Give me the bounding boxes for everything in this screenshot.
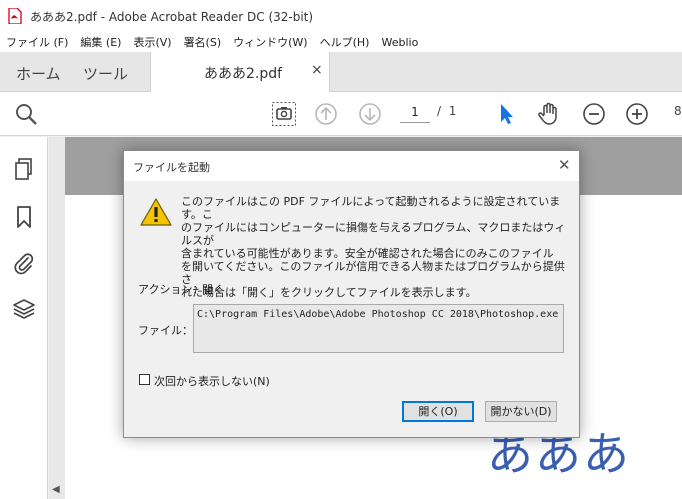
- launch-file-dialog: ファイルを起動 ✕ このファイルはこの PDF ファイルによって起動されるように…: [123, 150, 580, 438]
- dont-show-again-label[interactable]: 次回から表示しない(N): [154, 373, 270, 389]
- dialog-message: このファイルはこの PDF ファイルによって起動されるように設定されています。こ…: [181, 195, 571, 299]
- layers-icon[interactable]: [12, 297, 36, 321]
- attachment-icon[interactable]: [12, 251, 36, 275]
- tab-home[interactable]: ホーム: [16, 63, 61, 84]
- zoom-level-input[interactable]: 8: [674, 104, 682, 118]
- file-label: ファイル：: [138, 324, 193, 337]
- menu-sign[interactable]: 署名(S): [184, 34, 222, 50]
- dialog-title: ファイルを起動: [133, 161, 210, 174]
- menu-bar: ファイル (F) 編集 (E) 表示(V) 署名(S) ウィンドウ(W) ヘルプ…: [0, 32, 682, 52]
- screenshot-icon[interactable]: [271, 101, 297, 127]
- menu-help[interactable]: ヘルプ(H): [320, 34, 370, 50]
- dialog-close-icon[interactable]: ✕: [558, 156, 571, 174]
- select-cursor-icon[interactable]: [494, 101, 520, 127]
- tab-tools[interactable]: ツール: [83, 63, 128, 84]
- message-line: このファイルはこの PDF ファイルによって起動されるように設定されています。こ: [181, 195, 561, 221]
- close-tab-icon[interactable]: ×: [311, 62, 323, 78]
- window-title: あああ2.pdf - Adobe Acrobat Reader DC (32-b…: [30, 9, 314, 24]
- document-tab-title: あああ2.pdf: [204, 66, 283, 82]
- action-value: 開く: [202, 283, 224, 296]
- menu-file[interactable]: ファイル (F): [6, 34, 68, 50]
- page-up-icon[interactable]: [313, 101, 339, 127]
- file-path-field[interactable]: C:\Program Files\Adobe\Adobe Photoshop C…: [193, 304, 564, 353]
- pages-icon[interactable]: [12, 157, 36, 181]
- hand-tool-icon[interactable]: [536, 101, 562, 127]
- zoom-in-icon[interactable]: [624, 101, 650, 127]
- warning-icon: [139, 197, 173, 227]
- left-sidebar: [0, 137, 48, 499]
- tab-document[interactable]: あああ2.pdf ×: [150, 52, 330, 92]
- menu-edit[interactable]: 編集 (E): [80, 34, 121, 50]
- tab-bar: ホーム ツール あああ2.pdf ×: [0, 52, 682, 92]
- menu-weblio[interactable]: Weblio: [381, 36, 418, 49]
- open-button[interactable]: 開く(O): [402, 401, 474, 422]
- message-line: 含まれている可能性があります。安全が確認された場合にのみこのファイル: [181, 247, 554, 260]
- do-not-open-button[interactable]: 開かない(D): [485, 401, 557, 422]
- left-scrollbar[interactable]: [49, 137, 65, 499]
- title-bar: あああ2.pdf - Adobe Acrobat Reader DC (32-b…: [0, 0, 682, 32]
- search-icon[interactable]: [13, 101, 39, 127]
- dialog-title-bar: ファイルを起動 ✕: [124, 151, 579, 181]
- scroll-left-arrow-icon[interactable]: ◀: [52, 484, 60, 495]
- message-line: れた場合は「開く」をクリックしてファイルを表示します。: [181, 286, 477, 299]
- action-label: アクション：: [138, 283, 204, 296]
- page-count: / 1: [437, 104, 457, 118]
- page-down-icon[interactable]: [357, 101, 383, 127]
- menu-view[interactable]: 表示(V): [133, 34, 171, 50]
- page-number-input[interactable]: 1: [400, 101, 430, 123]
- message-line: を開いてください。このファイルが信用できる人物またはプログラムから提供さ: [181, 260, 565, 286]
- dont-show-again-checkbox[interactable]: [139, 374, 150, 385]
- zoom-out-icon[interactable]: [581, 101, 607, 127]
- menu-window[interactable]: ウィンドウ(W): [233, 34, 307, 50]
- bookmark-icon[interactable]: [12, 205, 36, 229]
- pdf-app-icon: [8, 7, 22, 25]
- message-line: のファイルにはコンピューターに損傷を与えるプログラム、マクロまたはウィルスが: [181, 221, 566, 247]
- toolbar: [0, 92, 682, 136]
